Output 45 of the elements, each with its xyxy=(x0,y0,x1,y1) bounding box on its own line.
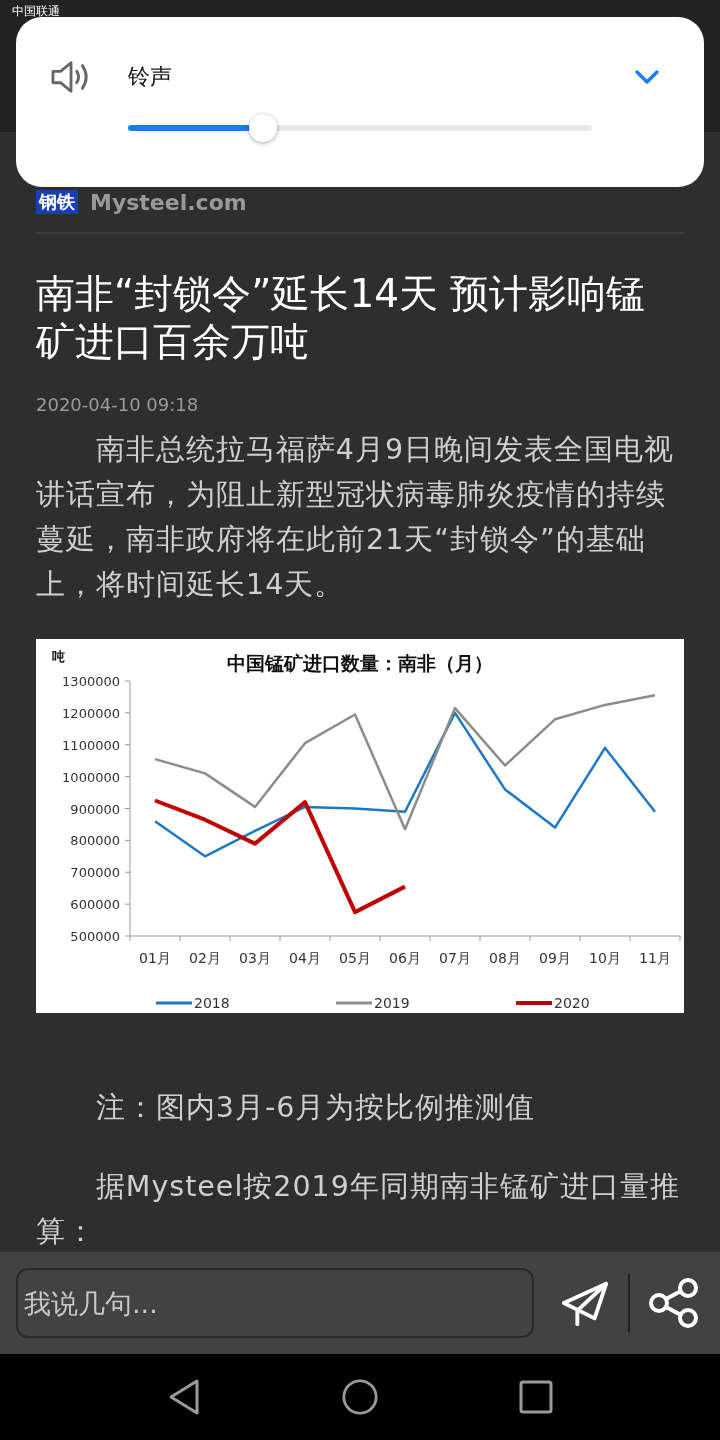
chart-title: 中国锰矿进口数量：南非（月） xyxy=(227,652,493,674)
logo-mark: 钢铁 xyxy=(36,190,78,214)
x-tick-label: 11月 xyxy=(639,950,671,966)
slider-thumb[interactable] xyxy=(248,114,277,142)
x-tick-label: 06月 xyxy=(389,950,421,966)
paragraph: 南非总统拉马福萨4月9日晚间发表全国电视讲话宣布，为阻止新型冠状病毒肺炎疫情的持续蔓延，南非政府将在此前21天“封锁令”的基础上，将时间延长14天。 xyxy=(36,432,676,603)
legend-label: 2019 xyxy=(374,995,410,1011)
y-tick-label: 500000 xyxy=(70,929,120,944)
x-tick-label: 01月 xyxy=(139,950,171,966)
y-tick-label: 900000 xyxy=(70,801,120,817)
legend-swatch xyxy=(516,1001,552,1005)
x-tick-label: 07月 xyxy=(439,950,471,966)
y-tick-label: 1100000 xyxy=(62,737,120,753)
chevron-down-icon[interactable] xyxy=(634,69,660,85)
legend-swatch xyxy=(336,1001,372,1005)
article-date: 2020-04-10 09:18 xyxy=(36,394,200,415)
x-tick-label: 02月 xyxy=(189,950,221,966)
y-tick-label: 1300000 xyxy=(62,674,120,689)
y-tick-label: 1000000 xyxy=(62,769,120,785)
y-tick-label: 800000 xyxy=(70,833,120,849)
volume-slider[interactable] xyxy=(128,112,592,144)
x-tick-label: 05月 xyxy=(339,950,371,966)
legend-label: 2020 xyxy=(554,995,590,1011)
share-icon[interactable] xyxy=(648,1277,700,1329)
x-tick-label: 04月 xyxy=(289,950,321,966)
recents-icon[interactable] xyxy=(519,1380,553,1414)
y-tick-label: 700000 xyxy=(70,865,120,881)
volume-label: 铃声 xyxy=(128,63,173,91)
paragraph: 注：图内3月-6月为按比例推测值 xyxy=(94,1090,537,1126)
home-icon[interactable] xyxy=(341,1378,379,1416)
x-tick-label: 10月 xyxy=(589,950,621,966)
logo-text: Mysteel.com xyxy=(90,189,247,215)
article-title: 南非“封锁令”延长14天 预计影响锰矿进口百余万吨 xyxy=(36,270,647,366)
x-tick-label: 08月 xyxy=(489,950,521,966)
carrier-text: 中国联通 xyxy=(12,5,60,18)
legend-label: 2018 xyxy=(194,995,230,1011)
legend-swatch xyxy=(156,1001,192,1005)
y-tick-label: 600000 xyxy=(70,897,120,913)
back-icon[interactable] xyxy=(167,1377,201,1417)
paragraph: 据Mysteel按2019年同期南非锰矿进口量推算： xyxy=(36,1169,681,1250)
comment-input[interactable]: 我说几句... xyxy=(16,1268,534,1338)
x-tick-label: 09月 xyxy=(539,950,571,966)
y-tick-label: 1200000 xyxy=(62,705,120,721)
y-axis-label: 吨 xyxy=(52,649,65,664)
x-tick-label: 03月 xyxy=(239,950,271,966)
